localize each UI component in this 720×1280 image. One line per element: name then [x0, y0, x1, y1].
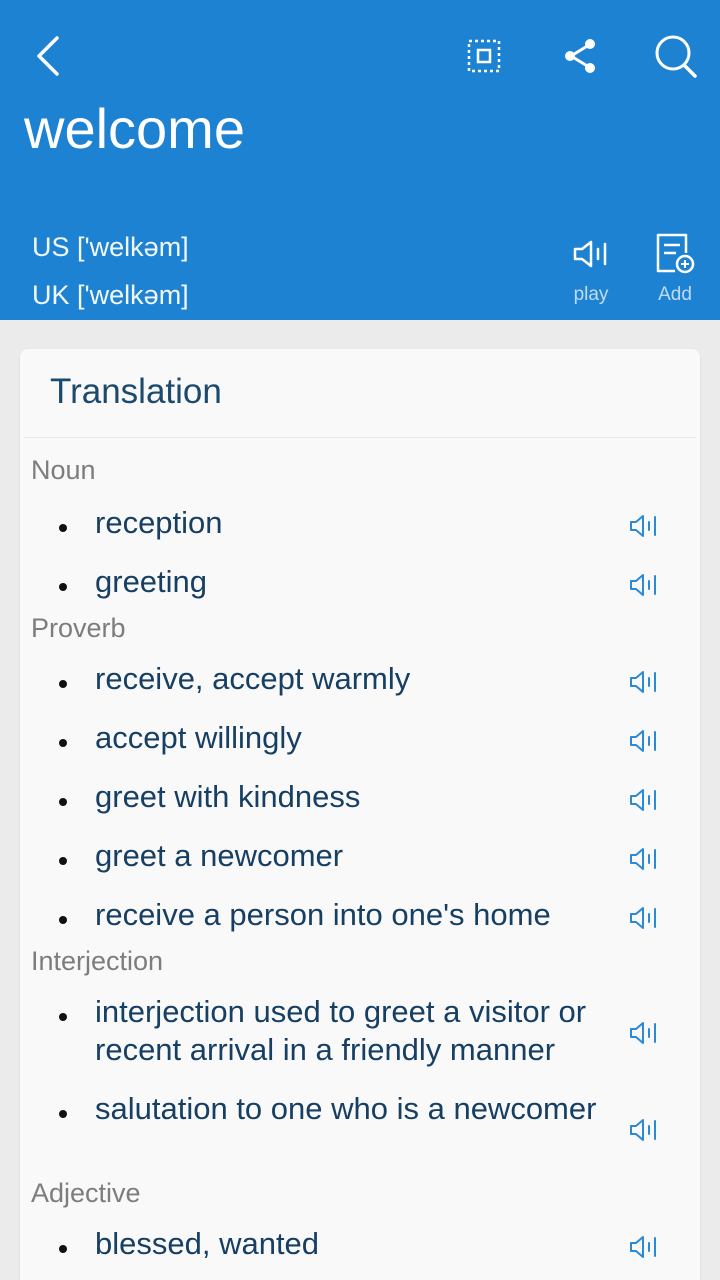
speaker-button[interactable]: [624, 898, 664, 938]
translation-text: accept willingly: [95, 720, 302, 755]
speaker-button[interactable]: [624, 721, 664, 761]
back-button[interactable]: [20, 28, 76, 84]
fullscreen-button[interactable]: [456, 28, 512, 84]
speaker-button[interactable]: [624, 1110, 664, 1150]
add-label: Add: [658, 284, 692, 305]
fullscreen-icon: [467, 39, 501, 73]
speaker-button[interactable]: [624, 839, 664, 879]
speaker-icon: [573, 240, 607, 268]
bullet: [59, 798, 67, 806]
headword: welcome: [24, 97, 245, 160]
play-label: play: [573, 284, 609, 305]
speaker-icon: [630, 730, 656, 752]
bullet: [59, 524, 67, 532]
speaker-button[interactable]: [624, 1227, 664, 1267]
pronunciation-us: US ['welkəm]: [32, 232, 189, 262]
pos-label-adjective: Adjective: [31, 1178, 141, 1208]
speaker-button[interactable]: [624, 662, 664, 702]
translation-text: receive a person into one's home: [95, 897, 551, 932]
back-arrow-icon: [37, 36, 59, 76]
speaker-icon: [630, 789, 656, 811]
bullet: [59, 739, 67, 747]
divider: [24, 437, 696, 438]
bullet: [59, 1110, 67, 1118]
translation-text: blessed, wanted: [95, 1226, 320, 1261]
translation-text: salutation to one who is a newcomer: [95, 1091, 597, 1126]
speaker-icon: [630, 574, 656, 596]
speaker-icon: [630, 1236, 656, 1258]
pos-label-proverb: Proverb: [31, 613, 126, 643]
bullet: [59, 583, 67, 591]
share-button[interactable]: [552, 28, 608, 84]
add-to-wordbook-button[interactable]: Add: [643, 232, 707, 312]
speaker-icon: [630, 515, 656, 537]
translation-text: interjection used to greet a visitor or …: [95, 994, 587, 1067]
bullet: [59, 1013, 67, 1021]
share-icon: [565, 39, 595, 73]
speaker-icon: [630, 671, 656, 693]
pos-label-interjection: Interjection: [31, 946, 164, 976]
speaker-button[interactable]: [624, 780, 664, 820]
card-title: Translation: [50, 372, 222, 411]
translation-text: greeting: [95, 564, 208, 599]
pos-label-noun: Noun: [31, 455, 96, 485]
speaker-button[interactable]: [624, 565, 664, 605]
search-icon: [655, 35, 697, 78]
pronunciation-uk: UK ['welkəm]: [32, 280, 189, 310]
search-button[interactable]: [648, 28, 704, 84]
bullet: [59, 916, 67, 924]
bullet: [59, 857, 67, 865]
translation-text: greet with kindness: [95, 779, 361, 814]
translation-text: reception: [95, 505, 223, 540]
speaker-button[interactable]: [624, 506, 664, 546]
add-to-wordbook-icon: [656, 233, 695, 274]
bullet: [59, 680, 67, 688]
word-header: welcome US ['welkəm] UK ['welkəm] play A…: [0, 0, 720, 320]
speaker-icon: [630, 848, 656, 870]
speaker-button[interactable]: [624, 1013, 664, 1053]
speaker-icon: [630, 1022, 656, 1044]
bullet: [59, 1245, 67, 1253]
speaker-icon: [630, 1119, 656, 1141]
translation-text: receive, accept warmly: [95, 661, 411, 696]
speaker-icon: [630, 907, 656, 929]
translation-text: greet a newcomer: [95, 838, 344, 873]
translation-card: Translation Noun reception greeting Prov…: [20, 349, 700, 1280]
play-button[interactable]: play: [559, 232, 623, 312]
